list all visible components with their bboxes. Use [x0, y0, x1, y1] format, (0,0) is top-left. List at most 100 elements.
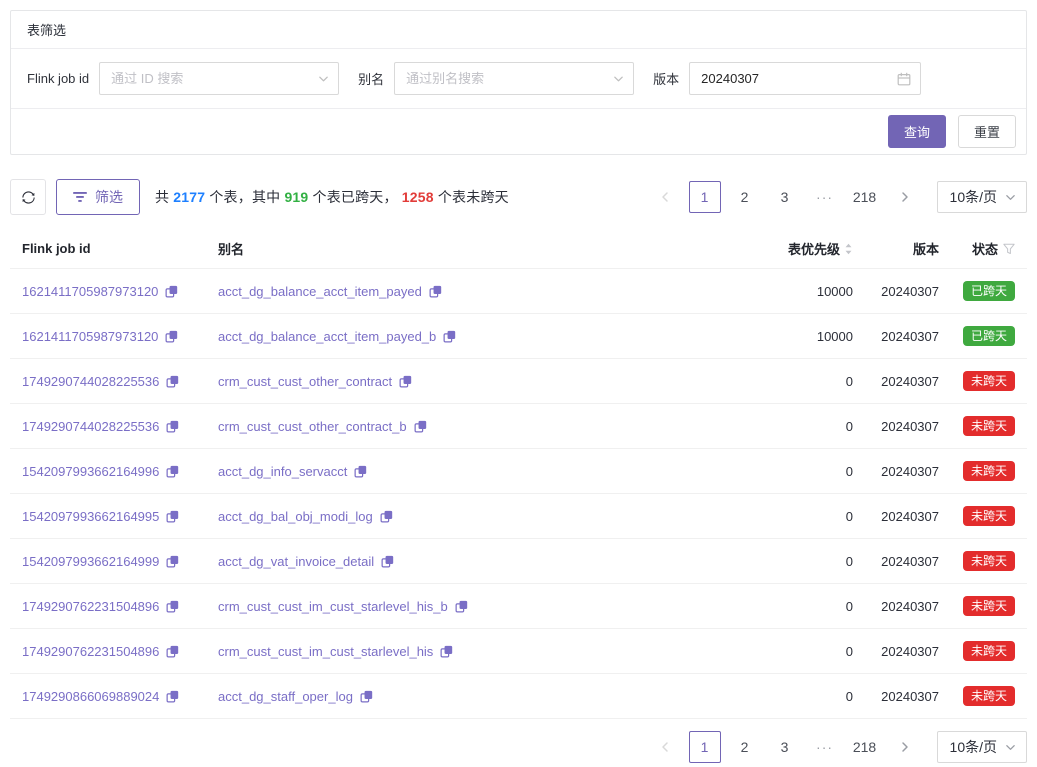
alias-link[interactable]: crm_cust_cust_im_cust_starlevel_his_b [218, 599, 448, 614]
filter-lines-icon [73, 191, 87, 203]
page-button-218[interactable]: 218 [849, 731, 881, 763]
status-cell: 已跨天 [939, 281, 1015, 301]
flink-job-id-cell: 1749290762231504896 [22, 644, 218, 659]
copy-icon[interactable] [165, 330, 178, 343]
page-button-2[interactable]: 2 [729, 181, 761, 213]
flink-job-id-link[interactable]: 1621411705987973120 [22, 329, 158, 344]
sorter-icon[interactable] [844, 242, 853, 256]
copy-icon[interactable] [414, 420, 427, 433]
next-page-button[interactable] [889, 181, 921, 213]
version-input[interactable] [690, 63, 920, 94]
copy-icon[interactable] [455, 600, 468, 613]
copy-icon[interactable] [166, 510, 179, 523]
version-date-picker[interactable] [689, 62, 921, 95]
version-cell: 20240307 [853, 599, 939, 614]
status-cell: 已跨天 [939, 326, 1015, 346]
alias-cell: acct_dg_vat_invoice_detail [218, 554, 723, 569]
column-header-version: 版本 [853, 239, 939, 258]
status-cell: 未跨天 [939, 641, 1015, 661]
search-button[interactable]: 查询 [888, 115, 946, 148]
copy-icon[interactable] [166, 600, 179, 613]
copy-icon[interactable] [166, 555, 179, 568]
alias-cell: crm_cust_cust_im_cust_starlevel_his [218, 644, 723, 659]
refresh-icon [21, 190, 36, 205]
table-row: 1621411705987973120 acct_dg_balance_acct… [10, 314, 1027, 359]
pagination-ellipsis[interactable]: ··· [809, 731, 841, 763]
flink-job-id-input[interactable] [100, 63, 338, 94]
priority-header-label: 表优先级 [788, 239, 840, 258]
alias-link[interactable]: crm_cust_cust_other_contract_b [218, 419, 407, 434]
flink-job-id-link[interactable]: 1749290762231504896 [22, 644, 159, 659]
status-badge: 未跨天 [963, 641, 1015, 661]
pagination-ellipsis[interactable]: ··· [809, 181, 841, 213]
refresh-button[interactable] [10, 179, 46, 215]
column-header-status: 状态 [939, 239, 1015, 258]
filter-item-version: 版本 [653, 62, 921, 95]
page-button-218[interactable]: 218 [849, 181, 881, 213]
column-header-flink-job-id: Flink job id [22, 241, 218, 256]
copy-icon[interactable] [440, 645, 453, 658]
copy-icon[interactable] [166, 465, 179, 478]
table-toolbar: 筛选 共 2177 个表，其中 919 个表已跨天， 1258 个表未跨天 12… [10, 179, 1027, 215]
copy-icon[interactable] [165, 285, 178, 298]
copy-icon[interactable] [429, 285, 442, 298]
page-button-2[interactable]: 2 [729, 731, 761, 763]
table-body: 1621411705987973120 acct_dg_balance_acct… [10, 269, 1027, 719]
priority-cell: 10000 [723, 329, 853, 344]
column-filter-funnel-icon[interactable] [1003, 243, 1015, 255]
page-button-1[interactable]: 1 [689, 181, 721, 213]
flink-job-id-link[interactable]: 1749290866069889024 [22, 689, 159, 704]
page-button-3[interactable]: 3 [769, 181, 801, 213]
pagination: 123···218 [649, 731, 921, 763]
flink-job-id-link[interactable]: 1621411705987973120 [22, 284, 158, 299]
copy-icon[interactable] [399, 375, 412, 388]
alias-link[interactable]: crm_cust_cust_im_cust_starlevel_his [218, 644, 433, 659]
filter-button[interactable]: 筛选 [56, 179, 140, 215]
copy-icon[interactable] [166, 645, 179, 658]
version-cell: 20240307 [853, 374, 939, 389]
flink-job-id-link[interactable]: 1542097993662164995 [22, 509, 159, 524]
copy-icon[interactable] [354, 465, 367, 478]
column-header-priority[interactable]: 表优先级 [723, 239, 853, 258]
priority-cell: 0 [723, 644, 853, 659]
flink-job-id-select[interactable] [99, 62, 339, 95]
flink-job-id-label: Flink job id [27, 71, 89, 86]
page-button-3[interactable]: 3 [769, 731, 801, 763]
alias-input[interactable] [395, 63, 633, 94]
copy-icon[interactable] [166, 690, 179, 703]
summary-text: 个表未跨天 [434, 189, 509, 205]
alias-link[interactable]: acct_dg_staff_oper_log [218, 689, 353, 704]
chevron-left-icon [660, 191, 670, 203]
alias-link[interactable]: acct_dg_balance_acct_item_payed_b [218, 329, 436, 344]
flink-job-id-link[interactable]: 1749290762231504896 [22, 599, 159, 614]
alias-link[interactable]: acct_dg_bal_obj_modi_log [218, 509, 373, 524]
page-button-1[interactable]: 1 [689, 731, 721, 763]
previous-page-button [649, 731, 681, 763]
next-page-button[interactable] [889, 731, 921, 763]
flink-job-id-link[interactable]: 1749290744028225536 [22, 419, 159, 434]
copy-icon[interactable] [166, 375, 179, 388]
page-size-select[interactable]: 10条/页 [937, 731, 1027, 763]
copy-icon[interactable] [380, 510, 393, 523]
reset-button[interactable]: 重置 [958, 115, 1016, 148]
priority-cell: 0 [723, 509, 853, 524]
alias-link[interactable]: acct_dg_vat_invoice_detail [218, 554, 374, 569]
copy-icon[interactable] [443, 330, 456, 343]
alias-link[interactable]: crm_cust_cust_other_contract [218, 374, 392, 389]
table-row: 1749290744028225536 crm_cust_cust_other_… [10, 404, 1027, 449]
copy-icon[interactable] [381, 555, 394, 568]
alias-select[interactable] [394, 62, 634, 95]
alias-cell: crm_cust_cust_im_cust_starlevel_his_b [218, 599, 723, 614]
copy-icon[interactable] [166, 420, 179, 433]
flink-job-id-link[interactable]: 1542097993662164999 [22, 554, 159, 569]
flink-job-id-link[interactable]: 1542097993662164996 [22, 464, 159, 479]
alias-link[interactable]: acct_dg_balance_acct_item_payed [218, 284, 422, 299]
alias-link[interactable]: acct_dg_info_servacct [218, 464, 347, 479]
page-size-select[interactable]: 10条/页 [937, 181, 1027, 213]
flink-job-id-link[interactable]: 1749290744028225536 [22, 374, 159, 389]
flink-job-id-cell: 1749290866069889024 [22, 689, 218, 704]
previous-page-button [649, 181, 681, 213]
version-cell: 20240307 [853, 689, 939, 704]
copy-icon[interactable] [360, 690, 373, 703]
status-badge: 未跨天 [963, 506, 1015, 526]
